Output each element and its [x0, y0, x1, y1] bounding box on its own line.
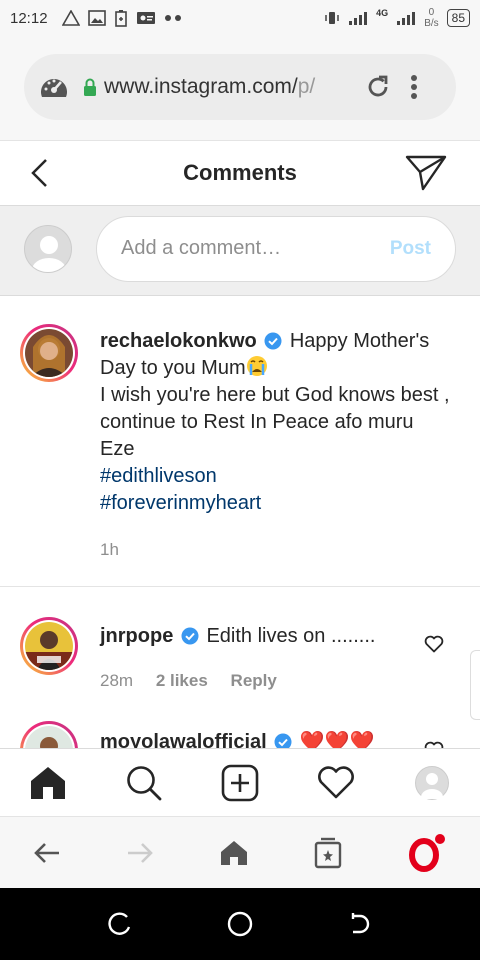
signal-bars-icon — [349, 12, 368, 25]
comment-item: moyolawalofficial ❤️❤️❤️ — [0, 707, 480, 748]
browser-toolbar: www.instagram.com/p/ — [0, 36, 480, 140]
opera-menu-icon[interactable] — [407, 833, 447, 873]
comment-input-box: Post — [96, 216, 456, 282]
image-icon — [87, 10, 106, 26]
signal-bars-2-icon — [397, 12, 416, 25]
status-right: 4G 0 B/s 85 — [324, 7, 470, 29]
more-vert-icon[interactable] — [410, 73, 418, 101]
profile-avatar — [415, 765, 449, 805]
home-button-icon[interactable] — [226, 910, 254, 938]
status-notification-icons — [61, 9, 184, 27]
data-speed: 0 B/s — [424, 7, 439, 29]
comment-input[interactable] — [121, 237, 371, 260]
url-bar[interactable]: www.instagram.com/p/ — [24, 54, 456, 120]
comment-item: jnrpope Edith lives on ........ 28m 2 li… — [0, 587, 480, 707]
comment-item: rechaelokonkwo Happy Mother's Day to you… — [0, 296, 480, 586]
scroll-handle[interactable] — [470, 650, 480, 720]
browser-home-icon[interactable] — [219, 839, 249, 867]
status-time: 12:12 — [10, 9, 48, 27]
likes-count[interactable]: 2 likes — [156, 671, 208, 690]
more-dots-icon — [164, 15, 181, 21]
comment-text-continued: I wish you're here but God knows best , … — [100, 384, 450, 460]
comment-username[interactable]: jnrpope — [100, 625, 173, 647]
comment-body: moyolawalofficial ❤️❤️❤️ — [100, 729, 450, 748]
comment-text: ❤️❤️❤️ — [299, 731, 375, 748]
avatar-photo — [25, 622, 73, 670]
post-button[interactable]: Post — [390, 238, 431, 260]
reload-icon[interactable] — [364, 73, 392, 101]
status-bar: 12:12 4G 0 B/s 85 — [0, 0, 480, 36]
comments-header: Comments — [0, 140, 480, 206]
browser-back-icon[interactable] — [33, 841, 61, 865]
nav-search[interactable] — [120, 759, 168, 807]
browser-forward-icon[interactable] — [126, 841, 154, 865]
comment-time: 1h — [100, 540, 119, 559]
comment-username[interactable]: moyolawalofficial — [100, 731, 267, 748]
nav-home[interactable] — [24, 759, 72, 807]
tabs-icon[interactable] — [314, 837, 342, 869]
heart-icon — [318, 765, 354, 798]
sim-card-icon — [136, 12, 155, 24]
comment-meta: 28m 2 likes Reply — [100, 671, 295, 691]
add-comment-bar: Post — [0, 206, 480, 296]
crying-face-icon — [246, 356, 267, 376]
network-type: 4G — [376, 8, 389, 18]
direct-send-icon[interactable] — [404, 153, 448, 193]
nav-new-post[interactable] — [216, 759, 264, 807]
avatar[interactable] — [20, 617, 78, 675]
nav-profile[interactable] — [408, 759, 456, 807]
comment-username[interactable]: rechaelokonkwo — [100, 330, 257, 352]
verified-badge-icon — [264, 332, 282, 350]
battery-saver-icon — [114, 10, 127, 27]
default-avatar-icon — [421, 772, 443, 805]
reply-button[interactable]: Reply — [231, 671, 277, 690]
recent-apps-icon[interactable] — [107, 911, 133, 937]
hashtag-link[interactable]: #foreverinmyheart — [100, 490, 450, 517]
speedometer-icon[interactable] — [38, 73, 70, 101]
comment-body: rechaelokonkwo Happy Mother's Day to you… — [100, 328, 450, 517]
plus-square-icon — [221, 764, 259, 801]
like-heart-icon[interactable] — [424, 635, 444, 653]
like-heart-icon[interactable] — [424, 741, 444, 748]
comment-time: 28m — [100, 671, 134, 690]
verified-badge-icon — [181, 627, 199, 645]
my-avatar — [24, 225, 72, 273]
battery-level: 85 — [446, 9, 470, 27]
avatar[interactable] — [20, 721, 78, 748]
hashtag-link[interactable]: #edithliveson — [100, 463, 450, 490]
avatar-photo — [25, 329, 73, 377]
warning-icon — [61, 10, 80, 26]
screen: 12:12 4G 0 B/s 85 www.instagram.com/p/ C… — [0, 0, 480, 960]
nav-activity[interactable] — [312, 759, 360, 807]
url-text[interactable]: www.instagram.com/p/ — [104, 75, 346, 99]
instagram-bottom-nav — [0, 748, 480, 816]
comment-meta: 1h — [100, 540, 137, 560]
search-icon — [127, 765, 162, 800]
android-nav-bar — [0, 888, 480, 960]
comment-text: Edith lives on ........ — [206, 625, 376, 647]
browser-bottom-nav — [0, 816, 480, 888]
comment-body: jnrpope Edith lives on ........ — [100, 623, 450, 650]
home-icon — [31, 766, 65, 799]
default-avatar-icon — [32, 236, 66, 272]
avatar[interactable] — [20, 324, 78, 382]
avatar-photo — [25, 726, 73, 748]
verified-badge-icon — [274, 733, 292, 748]
vibrate-icon — [325, 12, 339, 24]
back-button-icon[interactable] — [347, 911, 373, 937]
lock-icon — [84, 78, 96, 96]
